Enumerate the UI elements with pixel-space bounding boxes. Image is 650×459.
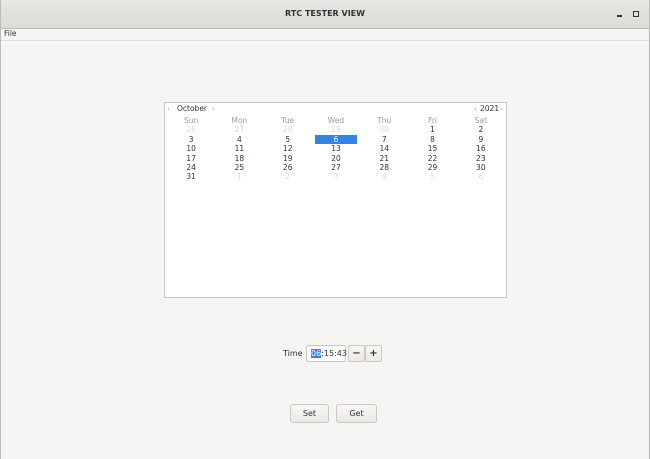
day-cell[interactable]: 30 [360,125,408,134]
day-cell[interactable]: 25 [215,163,263,172]
weekday-label: Wed [327,116,345,125]
day-cell[interactable]: 12 [264,144,312,153]
week-row: 24 25 26 27 28 29 30 [167,163,505,172]
day-cell[interactable]: 26 [264,163,312,172]
day-cell[interactable]: 24 [167,163,215,172]
day-number: 6 [333,134,339,144]
title-bar[interactable]: RTC TESTER VIEW [1,0,649,29]
day-cell[interactable]: 20 [312,154,360,163]
day-cell[interactable]: 14 [360,144,408,153]
weekday-label: Sun [184,116,199,125]
week-row: 26 27 28 29 30 1 2 [167,125,505,134]
year-label[interactable]: 2021 [480,104,499,114]
window-title: RTC TESTER VIEW [285,9,365,18]
day-cell[interactable]: 4 [215,135,263,144]
day-cell[interactable]: 27 [215,125,263,134]
day-cell[interactable]: 30 [457,163,505,172]
time-rest: :15:43 [321,349,347,358]
day-cell[interactable]: 26 [167,125,215,134]
time-decrement-button[interactable]: − [348,345,365,362]
weekday-label: Mon [231,116,248,125]
day-cell[interactable]: 29 [312,125,360,134]
month-label[interactable]: October [177,104,207,114]
day-cell[interactable]: 13 [312,144,360,153]
day-cell[interactable]: 10 [167,144,215,153]
day-cell[interactable]: 28 [360,163,408,172]
weekday-label: Fri [428,116,438,125]
day-cell-selected[interactable]: 6 [312,134,360,145]
set-button[interactable]: Set [290,404,329,423]
maximize-icon [633,11,639,17]
day-cell[interactable]: 19 [264,154,312,163]
day-cell[interactable]: 9 [457,135,505,144]
day-cell[interactable]: 21 [360,154,408,163]
week-row: 345 6 789 [167,134,505,145]
calendar-grid: Sun Mon Tue Wed Thu Fri Sat 26 27 28 29 30 1 2 3 4 5 6 7 8 9… [167,116,505,182]
day-cell[interactable]: 28 [264,125,312,134]
day-cell[interactable]: 6 [457,172,505,181]
year-prev-icon[interactable]: ‹ [474,104,477,114]
day-cell[interactable]: 17 [167,154,215,163]
menu-bar: File [1,29,649,41]
day-cell[interactable]: 7 [360,135,408,144]
day-cell[interactable]: 18 [215,154,263,163]
time-label: Time [283,349,303,358]
minimize-button[interactable] [612,7,626,21]
year-next-icon[interactable]: › [500,104,503,114]
day-cell[interactable]: 16 [457,144,505,153]
weekday-label: Sat [474,116,487,125]
month-prev-icon[interactable]: ‹ [167,104,170,114]
month-next-icon[interactable]: › [212,104,215,114]
week-row: 10 11 12 13 14 15 16 [167,144,505,153]
weekday-label: Tue [281,116,295,125]
day-cell[interactable]: 5 [264,135,312,144]
day-cell[interactable]: 3 [312,172,360,181]
day-cell[interactable]: 31 [167,172,215,181]
day-cell[interactable]: 3 [167,135,215,144]
day-cell[interactable]: 1 [215,172,263,181]
day-cell[interactable]: 4 [360,172,408,181]
day-cell[interactable]: 29 [408,163,456,172]
week-row: 31 1 2 3 4 5 6 [167,172,505,181]
day-cell[interactable]: 1 [408,125,456,134]
day-cell[interactable]: 8 [408,135,456,144]
weekday-header-row: Sun Mon Tue Wed Thu Fri Sat [167,116,505,125]
time-increment-button[interactable]: + [365,345,382,362]
day-cell[interactable]: 2 [264,172,312,181]
day-cell[interactable]: 23 [457,154,505,163]
calendar: ‹ October › ‹ 2021 › Sun Mon Tue Wed Thu Fri S… [164,102,507,298]
day-cell[interactable]: 11 [215,144,263,153]
maximize-button[interactable] [629,7,643,21]
day-cell[interactable]: 22 [408,154,456,163]
day-cell[interactable]: 27 [312,163,360,172]
weekday-label: Thu [377,116,392,125]
time-input[interactable]: 06:15:43 [306,345,347,362]
day-cell[interactable]: 15 [408,144,456,153]
time-hour-selected: 06 [311,349,322,358]
get-button[interactable]: Get [336,404,377,423]
app-window: RTC TESTER VIEW File ‹ October › ‹ 2021 … [0,0,650,459]
day-cell[interactable]: 5 [408,172,456,181]
minimize-icon [616,15,622,17]
day-cell[interactable]: 2 [457,125,505,134]
calendar-header: ‹ October › ‹ 2021 › [165,103,506,116]
menu-file[interactable]: File [4,29,17,39]
week-row: 17 18 19 20 21 22 23 [167,154,505,163]
